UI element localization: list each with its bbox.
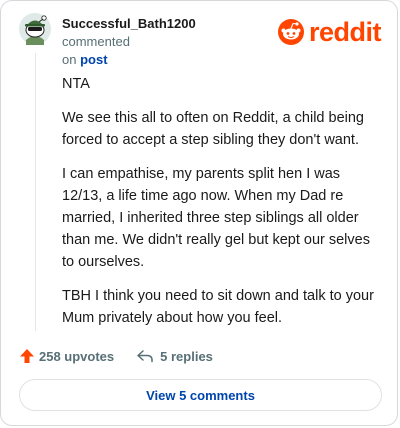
upvote-arrow-icon [20,349,34,363]
view-comments-button[interactable]: View 5 comments [19,379,382,411]
snoo-avatar-icon [19,13,51,45]
comment-paragraph: NTA [62,76,90,92]
avatar[interactable] [19,13,51,45]
comment-paragraph: TBH I think you need to sit down and tal… [62,288,374,326]
replies-button[interactable]: 5 replies [136,349,213,364]
comment-body: NTA We see this all to often on Reddit, … [62,73,382,341]
on-text: on [62,52,77,67]
comment-paragraph: I can empathise, my parents split hen I … [62,166,370,270]
upvote-button[interactable]: 258 upvotes [19,348,114,364]
upvote-count: 258 upvotes [39,348,115,364]
thread-line [35,53,36,331]
comment-paragraph: We see this all to often on Reddit, a ch… [62,110,365,148]
comment-actions: 258 upvotes 5 replies [19,345,213,367]
replies-count: 5 replies [160,348,213,364]
comment-header: Successful_Bath1200 commented on post [62,15,267,69]
username-link[interactable]: Successful_Bath1200 [62,16,196,31]
commented-text: commented [62,34,130,49]
reddit-logo-icon [278,19,304,45]
reply-arrow-icon [137,350,153,363]
reddit-wordmark: reddit [309,17,382,47]
post-link[interactable]: post [80,52,107,67]
reddit-logo[interactable]: reddit [278,16,382,48]
comment-card: Successful_Bath1200 commented on post re… [0,0,398,426]
